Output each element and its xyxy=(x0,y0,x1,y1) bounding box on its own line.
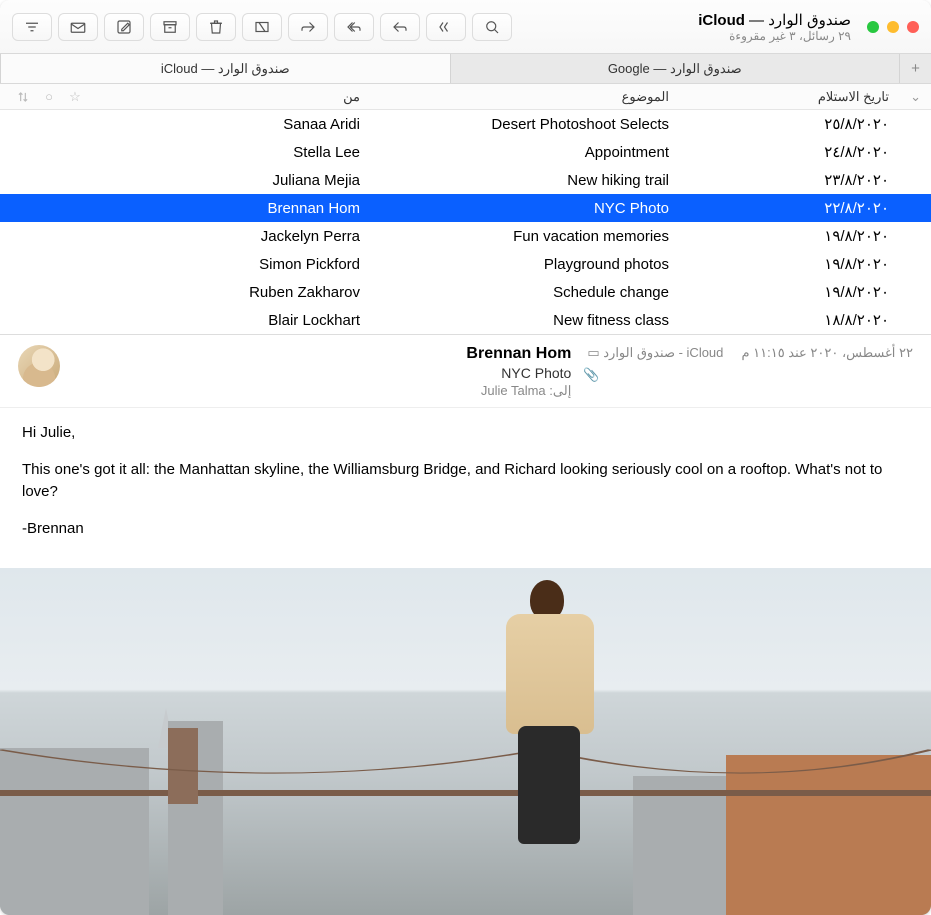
preview-pane: Brennan Hom NYC Photo إلى: Julie Talma ▭… xyxy=(0,334,931,915)
minimize-window-button[interactable] xyxy=(887,21,899,33)
forward-icon[interactable] xyxy=(288,13,328,41)
sort-icon[interactable] xyxy=(10,90,36,104)
tab-google[interactable]: صندوق الوارد — Google xyxy=(450,54,900,83)
close-window-button[interactable] xyxy=(907,21,919,33)
row-date: ٢٥/٨/٢٠٢٠ xyxy=(677,115,897,133)
row-from: Stella Lee xyxy=(88,144,368,161)
row-subject: New fitness class xyxy=(368,312,677,329)
zoom-window-button[interactable] xyxy=(867,21,879,33)
search-icon[interactable] xyxy=(472,13,512,41)
row-subject: Desert Photoshoot Selects xyxy=(368,116,677,133)
message-header: Brennan Hom NYC Photo إلى: Julie Talma ▭… xyxy=(0,335,931,408)
row-subject: Schedule change xyxy=(368,284,677,301)
row-date: ١٩/٨/٢٠٢٠ xyxy=(677,255,897,273)
compose-icon[interactable] xyxy=(104,13,144,41)
filter-icon[interactable] xyxy=(12,13,52,41)
new-message-icon[interactable] xyxy=(58,13,98,41)
column-date[interactable]: تاريخ الاستلام xyxy=(677,89,897,105)
attachment-icon[interactable]: 📎 xyxy=(583,367,599,382)
row-subject: Appointment xyxy=(368,144,677,161)
column-headers: ○ ☆ من الموضوع تاريخ الاستلام ⌄ xyxy=(0,84,931,110)
chevron-down-icon[interactable]: ⌄ xyxy=(897,89,921,105)
table-row[interactable]: Stella LeeAppointment٢٤/٨/٢٠٢٠ xyxy=(0,138,931,166)
unread-indicator-icon[interactable]: ○ xyxy=(36,89,62,104)
recipient-line: إلى: Julie Talma xyxy=(72,383,571,399)
row-date: ٢٣/٨/٢٠٢٠ xyxy=(677,171,897,189)
row-from: Jackelyn Perra xyxy=(88,228,368,245)
trash-icon[interactable] xyxy=(196,13,236,41)
archive-icon[interactable] xyxy=(150,13,190,41)
sidebar-toggle-icon[interactable] xyxy=(426,13,466,41)
window-title: صندوق الوارد — iCloud ٢٩ رسائل، ٣ غير مق… xyxy=(698,11,851,43)
row-from: Juliana Mejia xyxy=(88,172,368,189)
table-row[interactable]: Blair LockhartNew fitness class١٨/٨/٢٠٢٠ xyxy=(0,306,931,334)
title-prefix: صندوق الوارد xyxy=(768,12,851,29)
sender-name[interactable]: Brennan Hom xyxy=(72,345,571,363)
table-row[interactable]: Brennan HomNYC Photo٢٢/٨/٢٠٢٠ xyxy=(0,194,931,222)
table-row[interactable]: Ruben ZakharovSchedule change١٩/٨/٢٠٢٠ xyxy=(0,278,931,306)
row-date: ١٩/٨/٢٠٢٠ xyxy=(677,283,897,301)
toolbar xyxy=(12,13,698,41)
tab-bar: صندوق الوارد — iCloud صندوق الوارد — Goo… xyxy=(0,54,931,84)
reply-all-icon[interactable] xyxy=(334,13,374,41)
body-line: -Brennan xyxy=(22,518,909,541)
table-row[interactable]: Simon PickfordPlayground photos١٩/٨/٢٠٢٠ xyxy=(0,250,931,278)
table-row[interactable]: Juliana MejiaNew hiking trail٢٣/٨/٢٠٢٠ xyxy=(0,166,931,194)
row-date: ٢٢/٨/٢٠٢٠ xyxy=(677,199,897,217)
row-subject: NYC Photo xyxy=(368,200,677,217)
message-timestamp: ٢٢ أغسطس، ٢٠٢٠ عند ١١:١٥ م xyxy=(741,345,913,360)
window-controls xyxy=(867,21,919,33)
titlebar: صندوق الوارد — iCloud ٢٩ رسائل، ٣ غير مق… xyxy=(0,0,931,54)
table-row[interactable]: Sanaa AridiDesert Photoshoot Selects٢٥/٨… xyxy=(0,110,931,138)
flag-header-icon[interactable]: ☆ xyxy=(62,89,88,105)
row-from: Simon Pickford xyxy=(88,256,368,273)
row-from: Sanaa Aridi xyxy=(88,116,368,133)
message-body: Hi Julie, This one's got it all: the Man… xyxy=(0,408,931,568)
new-tab-button[interactable]: + xyxy=(899,54,931,83)
row-date: ١٨/٨/٢٠٢٠ xyxy=(677,311,897,329)
avatar[interactable] xyxy=(18,345,60,387)
body-line: Hi Julie, xyxy=(22,422,909,445)
message-list: Sanaa AridiDesert Photoshoot Selects٢٥/٨… xyxy=(0,110,931,334)
row-date: ١٩/٨/٢٠٢٠ xyxy=(677,227,897,245)
message-meta: ▭ صندوق الوارد - iCloud ٢٢ أغسطس، ٢٠٢٠ ع… xyxy=(583,345,913,399)
row-from: Brennan Hom xyxy=(88,200,368,217)
row-date: ٢٤/٨/٢٠٢٠ xyxy=(677,143,897,161)
reply-icon[interactable] xyxy=(380,13,420,41)
attachment-image[interactable] xyxy=(0,568,931,915)
window-subtitle: ٢٩ رسائل، ٣ غير مقروءة xyxy=(698,29,851,43)
column-from[interactable]: من xyxy=(88,89,368,105)
body-line: This one's got it all: the Manhattan sky… xyxy=(22,459,909,504)
mailbox-icon: ▭ xyxy=(587,345,599,360)
row-subject: New hiking trail xyxy=(368,172,677,189)
row-subject: Fun vacation memories xyxy=(368,228,677,245)
table-row[interactable]: Jackelyn PerraFun vacation memories١٩/٨/… xyxy=(0,222,931,250)
message-subject: NYC Photo xyxy=(72,365,571,381)
recipient-name[interactable]: Julie Talma xyxy=(481,383,546,398)
mail-window: صندوق الوارد — iCloud ٢٩ رسائل، ٣ غير مق… xyxy=(0,0,931,915)
title-account: iCloud xyxy=(698,12,745,29)
junk-icon[interactable] xyxy=(242,13,282,41)
row-from: Ruben Zakharov xyxy=(88,284,368,301)
mailbox-name: صندوق الوارد - iCloud xyxy=(603,345,723,360)
row-subject: Playground photos xyxy=(368,256,677,273)
tab-icloud[interactable]: صندوق الوارد — iCloud xyxy=(0,54,450,83)
column-subject[interactable]: الموضوع xyxy=(368,89,677,105)
row-from: Blair Lockhart xyxy=(88,312,368,329)
